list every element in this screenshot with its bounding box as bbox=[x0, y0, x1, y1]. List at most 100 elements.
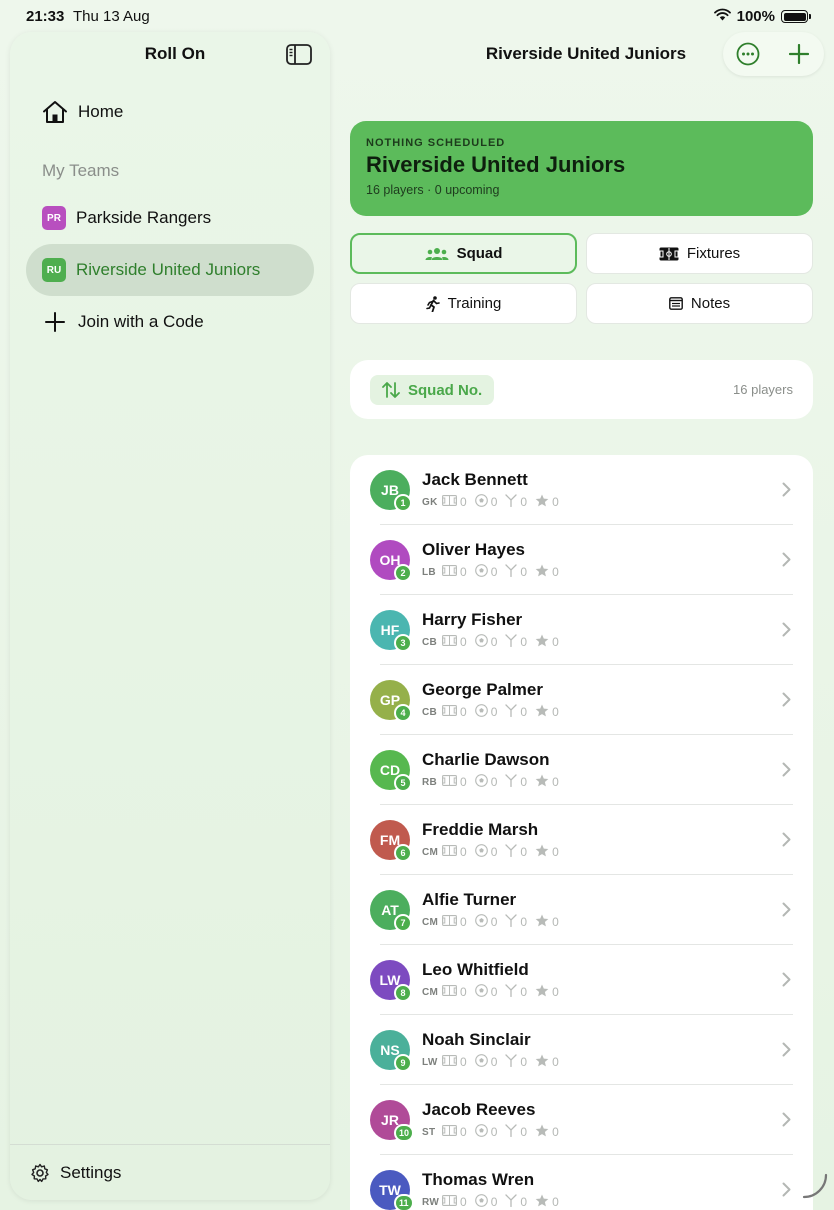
player-row[interactable]: TW 11 Thomas Wren RW 0 0 0 0 bbox=[350, 1155, 813, 1210]
sidebar-item-home[interactable]: Home bbox=[26, 86, 314, 138]
goals-stat: 0 bbox=[474, 774, 498, 790]
chevron-right-icon bbox=[782, 1182, 791, 1202]
assists-count: 0 bbox=[520, 845, 528, 859]
player-position: CB bbox=[422, 636, 438, 648]
football-icon bbox=[474, 1124, 491, 1140]
assists-stat: 0 bbox=[505, 1054, 527, 1070]
wifi-icon bbox=[713, 8, 731, 25]
squad-number-badge: 10 bbox=[394, 1124, 415, 1142]
assist-icon bbox=[505, 1054, 520, 1070]
motm-stat: 0 bbox=[535, 1054, 559, 1070]
assist-icon bbox=[505, 984, 520, 1000]
goals-count: 0 bbox=[490, 495, 498, 509]
sidebar-item-join-code[interactable]: Join with a Code bbox=[26, 296, 314, 348]
motm-stat: 0 bbox=[535, 914, 559, 930]
player-name: Oliver Hayes bbox=[422, 540, 526, 559]
squad-number-badge: 4 bbox=[394, 704, 412, 722]
motm-stat: 0 bbox=[535, 634, 559, 650]
tab-squad[interactable]: Squad bbox=[350, 233, 577, 274]
motm-count: 0 bbox=[552, 495, 559, 509]
assist-icon bbox=[505, 494, 520, 510]
tab-label: Squad bbox=[456, 245, 503, 262]
player-name: Noah Sinclair bbox=[422, 1030, 531, 1049]
football-icon bbox=[474, 774, 491, 790]
star-icon bbox=[535, 1124, 552, 1140]
status-date: Thu 13 Aug bbox=[73, 8, 150, 25]
chevron-right-icon bbox=[782, 482, 791, 502]
team-stats: 16 players · 0 upcoming bbox=[366, 183, 500, 197]
player-row[interactable]: LW 8 Leo Whitfield CM 0 0 0 0 bbox=[350, 945, 813, 1015]
star-icon bbox=[535, 564, 552, 580]
sort-bar: Squad No. 16 players bbox=[350, 360, 813, 419]
tab-fixtures[interactable]: Fixtures bbox=[586, 233, 813, 274]
player-row[interactable]: JR 10 Jacob Reeves ST 0 0 0 0 bbox=[350, 1085, 813, 1155]
football-icon bbox=[474, 914, 491, 930]
squad-number-badge: 1 bbox=[394, 494, 412, 512]
appearances-count: 0 bbox=[460, 1195, 467, 1209]
goals-count: 0 bbox=[490, 565, 498, 579]
battery-icon bbox=[781, 10, 811, 23]
player-stats: LW 0 0 0 0 bbox=[422, 1054, 567, 1070]
football-icon bbox=[474, 634, 491, 650]
appearances-stat: 0 bbox=[442, 845, 467, 859]
sidebar-item-riverside-united-juniors[interactable]: RU Riverside United Juniors bbox=[26, 244, 314, 296]
sidebar-item-parkside-rangers[interactable]: PR Parkside Rangers bbox=[26, 192, 314, 244]
motm-count: 0 bbox=[552, 705, 559, 719]
appearances-stat: 0 bbox=[442, 635, 467, 649]
assists-stat: 0 bbox=[505, 634, 527, 650]
sidebar-item-label: Home bbox=[78, 102, 124, 121]
appearances-count: 0 bbox=[460, 705, 467, 719]
assists-stat: 0 bbox=[505, 494, 527, 510]
appearances-count: 0 bbox=[460, 635, 467, 649]
appearances-stat: 0 bbox=[442, 705, 467, 719]
motm-count: 0 bbox=[552, 915, 559, 929]
settings-label: Settings bbox=[60, 1162, 122, 1182]
player-position: ST bbox=[422, 1126, 436, 1138]
pitch-icon bbox=[442, 985, 460, 999]
player-row[interactable]: HF 3 Harry Fisher CB 0 0 0 0 bbox=[350, 595, 813, 665]
player-row[interactable]: GP 4 George Palmer CB 0 0 0 0 bbox=[350, 665, 813, 735]
sidebar-item-settings[interactable]: Settings bbox=[10, 1144, 330, 1200]
player-row[interactable]: JB 1 Jack Bennett GK 0 0 0 0 bbox=[350, 455, 813, 525]
motm-count: 0 bbox=[552, 845, 559, 859]
motm-count: 0 bbox=[552, 1055, 559, 1069]
goals-stat: 0 bbox=[474, 494, 498, 510]
tab-notes[interactable]: Notes bbox=[586, 283, 813, 324]
player-row[interactable]: FM 6 Freddie Marsh CM 0 0 0 0 bbox=[350, 805, 813, 875]
player-row[interactable]: AT 7 Alfie Turner CM 0 0 0 0 bbox=[350, 875, 813, 945]
goals-stat: 0 bbox=[474, 844, 497, 860]
assists-stat: 0 bbox=[505, 1124, 527, 1140]
goals-stat: 0 bbox=[474, 564, 498, 580]
player-row[interactable]: NS 9 Noah Sinclair LW 0 0 0 0 bbox=[350, 1015, 813, 1085]
goals-count: 0 bbox=[490, 1125, 498, 1139]
player-stats: CB 0 0 0 0 bbox=[422, 634, 567, 650]
goals-count: 0 bbox=[490, 775, 498, 789]
schedule-status: NOTHING SCHEDULED bbox=[366, 137, 506, 149]
assist-icon bbox=[505, 1194, 520, 1210]
assists-count: 0 bbox=[520, 915, 528, 929]
assists-count: 0 bbox=[520, 565, 528, 579]
resize-handle-icon[interactable] bbox=[802, 1173, 828, 1204]
chevron-right-icon bbox=[782, 692, 791, 712]
tab-training[interactable]: Training bbox=[350, 283, 577, 324]
more-button[interactable] bbox=[733, 39, 763, 69]
player-stats: CM 0 0 0 0 bbox=[422, 914, 567, 930]
player-position: CM bbox=[422, 986, 439, 998]
add-button[interactable] bbox=[784, 39, 814, 69]
pitch-icon bbox=[659, 247, 679, 261]
player-row[interactable]: CD 5 Charlie Dawson RB 0 0 0 0 bbox=[350, 735, 813, 805]
pitch-icon bbox=[442, 635, 460, 649]
appearances-stat: 0 bbox=[442, 495, 467, 509]
motm-stat: 0 bbox=[535, 564, 559, 580]
tab-label: Training bbox=[447, 295, 502, 312]
football-icon bbox=[474, 494, 491, 510]
sort-button[interactable]: Squad No. bbox=[370, 375, 495, 405]
player-row[interactable]: OH 2 Oliver Hayes LB 0 0 0 0 bbox=[350, 525, 813, 595]
sidebar-toggle-icon[interactable] bbox=[286, 44, 312, 65]
appearances-stat: 0 bbox=[442, 985, 467, 999]
player-stats: CM 0 0 0 0 bbox=[422, 984, 567, 1000]
assists-count: 0 bbox=[520, 1125, 528, 1139]
player-name: George Palmer bbox=[422, 680, 543, 699]
appearances-count: 0 bbox=[460, 775, 467, 789]
chevron-right-icon bbox=[782, 762, 791, 782]
